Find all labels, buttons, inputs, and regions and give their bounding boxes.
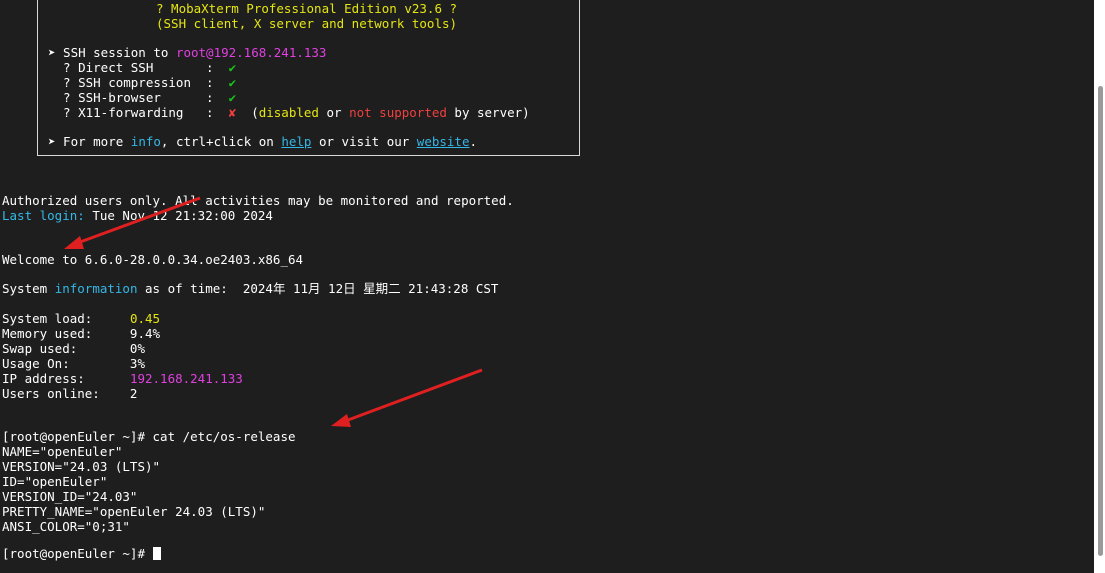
help-link[interactable]: help [281,134,311,149]
os-release-name: NAME="openEuler" [2,444,123,459]
vertical-scrollbar[interactable] [1094,0,1105,573]
os-release-pretty-name: PRETTY_NAME="openEuler 24.03 (LTS)" [2,504,266,519]
banner-ssh-session: ➤ SSH session to root@192.168.241.133 [48,45,327,60]
annotation-arrowhead [331,414,351,427]
usage-on: Usage On: 3% [2,356,145,371]
last-login: Last login: Tue Nov 12 21:32:00 2024 [2,208,273,223]
check-icon: ✔ [228,60,237,75]
os-release-version-id: VERSION_ID="24.03" [2,489,138,504]
swap-used: Swap used: 0% [2,341,145,356]
session-host: root@192.168.241.133 [175,45,327,60]
banner-more-info: ➤ For more info, ctrl+click on help or v… [48,134,478,149]
text-cursor [152,547,161,560]
banner-ssh-compression: ? SSH compression : ✔ [48,75,237,90]
scrollbar-thumb[interactable] [1098,86,1103,556]
banner-subtitle: (SSH client, X server and network tools) [156,16,458,31]
annotation-arrow-line [339,368,483,425]
banner-ssh-browser: ? SSH-browser : ✔ [48,90,237,105]
banner-x11-forwarding: ? X11-forwarding : ✘ (disabled or not su… [48,105,530,120]
website-link[interactable]: website [417,134,470,149]
system-load: System load: 0.45 [2,311,161,326]
os-release-ansi-color: ANSI_COLOR="0;31" [2,519,130,534]
system-information-line: System information as of time: 2024年 11月… [2,281,499,296]
welcome-line: Welcome to 6.6.0-28.0.0.34.oe2403.x86_64 [2,252,304,267]
memory-used: Memory used: 9.4% [2,326,161,341]
banner-direct-ssh: ? Direct SSH : ✔ [48,60,237,75]
banner-edition: ? MobaXterm Professional Edition v23.6 ? [156,1,458,16]
info-word: info [130,134,161,149]
terminal-window[interactable]: ? MobaXterm Professional Edition v23.6 ?… [0,0,1094,573]
users-online: Users online: 2 [2,386,138,401]
annotation-arrowhead [64,236,84,249]
check-icon: ✔ [228,90,237,105]
prompt-line[interactable]: [root@openEuler ~]# [2,546,161,561]
ip-address: IP address: 192.168.241.133 [2,371,243,386]
authorized-notice: Authorized users only. All activities ma… [2,193,514,208]
os-release-id: ID="openEuler" [2,474,108,489]
command-line: [root@openEuler ~]# cat /etc/os-release [2,429,296,444]
check-icon: ✔ [228,75,237,90]
os-release-version: VERSION="24.03 (LTS)" [2,459,161,474]
